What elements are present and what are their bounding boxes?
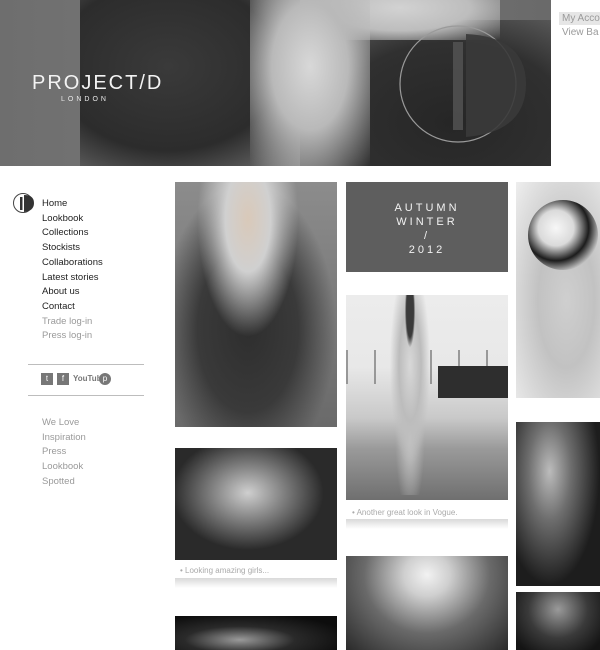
bench <box>438 366 508 398</box>
season-line-3: / <box>423 230 431 242</box>
sidebar-item-spotted[interactable]: Spotted <box>42 475 86 490</box>
sidebar-item-lookbook[interactable]: Lookbook <box>42 460 86 475</box>
my-account-link[interactable]: My Acco <box>559 12 600 25</box>
pinterest-icon[interactable]: p <box>99 373 111 385</box>
sidebar-divider-top <box>28 364 144 365</box>
beach-caption-shadow <box>346 519 508 529</box>
twins-caption[interactable]: • Looking amazing girls... <box>180 566 269 575</box>
bottom-photo-tile[interactable] <box>175 616 337 650</box>
runway-photo-tile-2[interactable] <box>516 592 600 650</box>
carousel-photo-tile[interactable] <box>346 556 508 650</box>
sidebar-divider-bottom <box>28 395 144 396</box>
sidebar-item-inspiration[interactable]: Inspiration <box>42 431 86 446</box>
brand-logo-text[interactable]: PROJECT/D <box>32 72 163 95</box>
sidebar-item-we-love[interactable]: We Love <box>42 416 86 431</box>
twins-caption-shadow <box>175 578 337 588</box>
fur-accessory <box>528 200 598 270</box>
nav-about-us[interactable]: About us <box>42 285 103 300</box>
brand-monogram-icon <box>399 25 526 143</box>
social-links: t f YouTube p <box>41 373 111 385</box>
twitter-icon[interactable]: t <box>41 373 53 385</box>
beach-model <box>384 295 436 495</box>
nav-trade-login[interactable]: Trade log-in <box>42 315 103 330</box>
main-nav: Home Lookbook Collections Stockists Coll… <box>42 197 103 344</box>
nav-contact[interactable]: Contact <box>42 300 103 315</box>
season-line-4: 2012 <box>408 244 446 256</box>
season-line-2: WINTER <box>396 216 458 228</box>
nav-press-login[interactable]: Press log-in <box>42 329 103 344</box>
hero-banner: PROJECT/D LONDON <box>0 0 551 166</box>
facebook-icon[interactable]: f <box>57 373 69 385</box>
nav-collaborations[interactable]: Collaborations <box>42 256 103 271</box>
nav-stockists[interactable]: Stockists <box>42 241 103 256</box>
brand-subtitle: LONDON <box>61 96 109 103</box>
youtube-icon[interactable]: YouTube <box>73 373 106 385</box>
nav-collections[interactable]: Collections <box>42 226 103 241</box>
nav-lookbook[interactable]: Lookbook <box>42 212 103 227</box>
nav-home[interactable]: Home <box>42 197 103 212</box>
sidebar-item-press[interactable]: Press <box>42 445 86 460</box>
hero-hair <box>250 0 370 166</box>
sidebar-secondary-nav: We Love Inspiration Press Lookbook Spott… <box>42 416 86 490</box>
season-tile[interactable]: AUTUMN WINTER / 2012 <box>346 182 508 272</box>
beach-caption[interactable]: • Another great look in Vogue. <box>352 508 458 517</box>
sidebar-monogram-icon[interactable] <box>12 191 36 215</box>
model-portrait-tile[interactable] <box>175 182 337 427</box>
runway-photo-tile[interactable] <box>516 422 600 586</box>
nav-latest-stories[interactable]: Latest stories <box>42 271 103 286</box>
season-line-1: AUTUMN <box>394 202 460 214</box>
twins-photo-tile[interactable] <box>175 448 337 560</box>
view-bag-link[interactable]: View Ba <box>562 27 599 38</box>
